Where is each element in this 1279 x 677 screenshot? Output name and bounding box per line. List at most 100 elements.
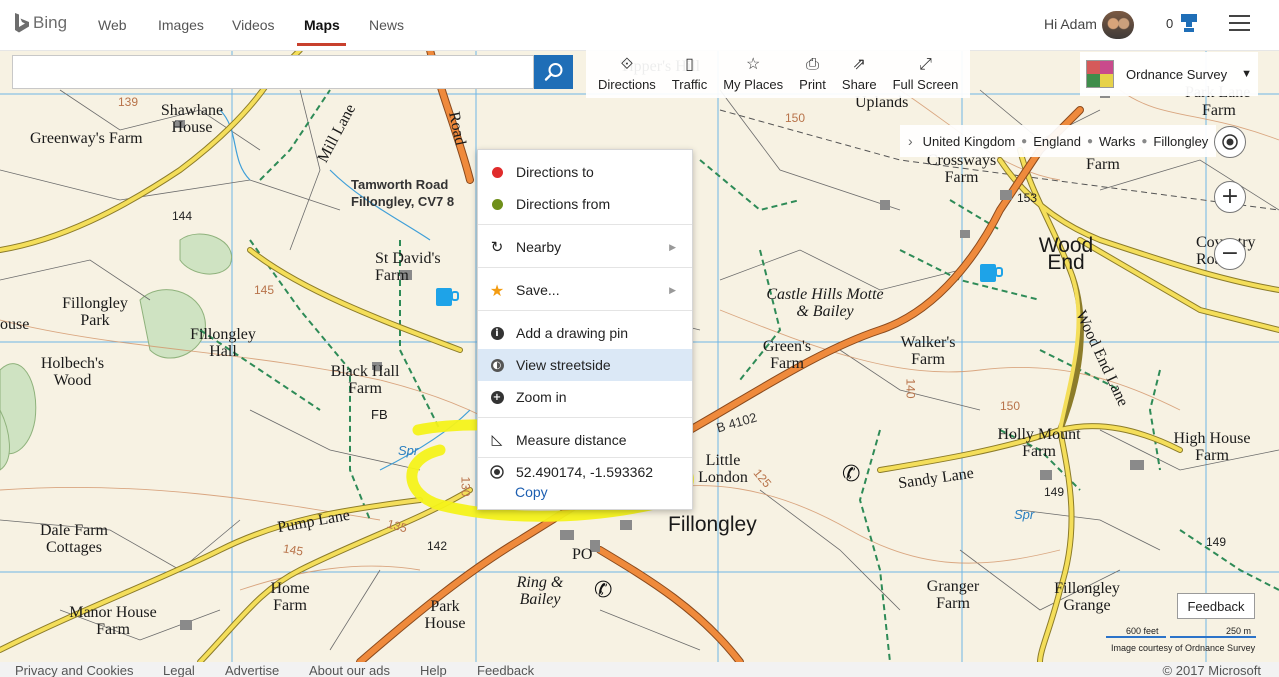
telephone-icon: ✆: [594, 578, 613, 603]
scale-feet: 600 feet: [1126, 626, 1159, 636]
streetside-icon: ◐: [490, 358, 504, 372]
tab-news[interactable]: News: [369, 17, 404, 33]
scale-line-meters: [1170, 636, 1256, 638]
breadcrumb: › United Kingdom ● England ● Warks ● Fil…: [900, 125, 1217, 157]
map-scale-bar: 600 feet 250 m Image courtesy of Ordnanc…: [1106, 624, 1256, 654]
menu-label: Add a drawing pin: [516, 325, 629, 341]
directions-label: Directions: [598, 77, 656, 92]
share-icon: ⇗: [852, 56, 866, 73]
my-places-button[interactable]: ☆ My Places: [715, 50, 791, 98]
breadcrumb-separator: ●: [1021, 135, 1028, 147]
footer-link-help[interactable]: Help: [420, 663, 447, 677]
submenu-arrow-icon: ▶: [669, 284, 676, 295]
footer-link-privacy[interactable]: Privacy and Cookies: [15, 663, 134, 677]
menu-item-add-drawing-pin[interactable]: i Add a drawing pin: [478, 317, 692, 349]
star-icon: ☆: [746, 56, 761, 73]
rewards-count[interactable]: 0: [1166, 16, 1173, 31]
menu-label: Measure distance: [516, 432, 627, 448]
copyright-text: © 2017 Microsoft: [1162, 663, 1261, 677]
tab-maps[interactable]: Maps: [304, 17, 340, 33]
share-label: Share: [841, 77, 877, 92]
chevron-down-icon: ▼: [1241, 68, 1253, 80]
search-input[interactable]: [12, 55, 534, 89]
breadcrumb-item[interactable]: England: [1033, 134, 1081, 149]
directions-icon: ⟐: [620, 56, 634, 73]
menu-item-zoom-in[interactable]: + Zoom in: [478, 381, 692, 413]
print-button[interactable]: ⎙ Print: [791, 50, 834, 98]
tab-images[interactable]: Images: [158, 17, 204, 33]
menu-divider: [478, 417, 692, 418]
imagery-credit: Image courtesy of Ordnance Survey: [1111, 643, 1256, 653]
tab-videos[interactable]: Videos: [232, 17, 275, 33]
menu-item-directions-to[interactable]: Directions to: [478, 156, 692, 188]
info-icon: i: [490, 326, 504, 340]
rewards-trophy-icon[interactable]: [1180, 13, 1198, 33]
nearby-icon: ↻: [490, 238, 504, 256]
breadcrumb-separator: ●: [1141, 135, 1148, 147]
menu-item-nearby[interactable]: ↻ Nearby ▶: [478, 231, 692, 263]
fullscreen-icon: ⤢: [919, 56, 932, 73]
zoom-in-button[interactable]: +: [1214, 181, 1246, 213]
traffic-icon: ▯: [685, 56, 694, 73]
map-layer-picker[interactable]: Ordnance Survey ▼: [1080, 52, 1258, 96]
active-tab-underline: [297, 43, 346, 46]
layer-thumbnail: [1086, 60, 1114, 88]
menu-item-measure-distance[interactable]: ◺ Measure distance: [478, 424, 692, 456]
menu-item-save[interactable]: ★ Save... ▶: [478, 274, 692, 306]
ruler-icon: ◺: [491, 432, 503, 448]
my-places-label: My Places: [723, 77, 784, 92]
full-screen-button[interactable]: ⤢ Full Screen: [885, 50, 967, 98]
location-target-icon: [490, 465, 504, 479]
locate-icon: [1222, 134, 1238, 150]
brand-name: Bing: [33, 13, 68, 32]
layer-label: Ordnance Survey: [1126, 66, 1228, 82]
bing-b-icon: [15, 13, 29, 33]
menu-divider: [478, 224, 692, 225]
locate-me-button[interactable]: [1214, 126, 1246, 158]
menu-divider: [478, 457, 692, 458]
footer-link-legal[interactable]: Legal: [163, 663, 195, 677]
telephone-icon: ✆: [842, 462, 861, 487]
feedback-button[interactable]: Feedback: [1177, 593, 1255, 619]
footer-link-advertise[interactable]: Advertise: [225, 663, 279, 677]
menu-item-view-streetside[interactable]: ◐ View streetside: [478, 349, 692, 381]
bing-logo[interactable]: Bing: [14, 12, 67, 34]
copy-coordinates-link[interactable]: Copy: [515, 484, 548, 500]
scale-meters: 250 m: [1226, 626, 1252, 636]
print-label: Print: [799, 77, 826, 92]
menu-label: Zoom in: [516, 389, 567, 405]
menu-label: Directions from: [516, 196, 611, 212]
user-greeting[interactable]: Hi Adam: [1044, 16, 1097, 32]
chevron-right-icon[interactable]: ›: [900, 133, 923, 149]
page-footer: Privacy and Cookies Legal Advertise Abou…: [0, 662, 1279, 677]
menu-divider: [478, 267, 692, 268]
breadcrumb-item[interactable]: United Kingdom: [923, 134, 1016, 149]
tab-web[interactable]: Web: [98, 17, 127, 33]
scale-line-feet: [1106, 636, 1166, 638]
menu-label: View streetside: [516, 357, 611, 373]
menu-divider: [478, 310, 692, 311]
breadcrumb-item[interactable]: Warks: [1099, 134, 1135, 149]
menu-label: Nearby: [516, 239, 562, 255]
menu-label: Save...: [516, 282, 560, 298]
share-button[interactable]: ⇗ Share: [834, 50, 885, 98]
full-screen-label: Full Screen: [892, 77, 959, 92]
search-icon: [544, 63, 562, 81]
map-context-menu: Directions to Directions from ↻ Nearby ▶…: [477, 149, 693, 510]
search-button[interactable]: [534, 55, 573, 89]
footer-link-feedback[interactable]: Feedback: [477, 663, 534, 677]
green-dot-icon: [491, 198, 503, 210]
minus-icon: −: [1220, 241, 1240, 266]
breadcrumb-separator: ●: [1086, 135, 1093, 147]
breadcrumb-item[interactable]: Fillongley: [1153, 134, 1208, 149]
zoom-out-button[interactable]: −: [1214, 238, 1246, 270]
avatar[interactable]: [1102, 11, 1134, 39]
star-icon: ★: [489, 280, 505, 300]
traffic-button[interactable]: ▯ Traffic: [664, 50, 715, 98]
menu-item-directions-from[interactable]: Directions from: [478, 188, 692, 220]
hamburger-menu-icon[interactable]: [1229, 15, 1250, 36]
footer-link-about-ads[interactable]: About our ads: [309, 663, 390, 677]
traffic-label: Traffic: [671, 77, 708, 92]
directions-button[interactable]: ⟐ Directions: [590, 50, 664, 98]
submenu-arrow-icon: ▶: [669, 241, 676, 252]
